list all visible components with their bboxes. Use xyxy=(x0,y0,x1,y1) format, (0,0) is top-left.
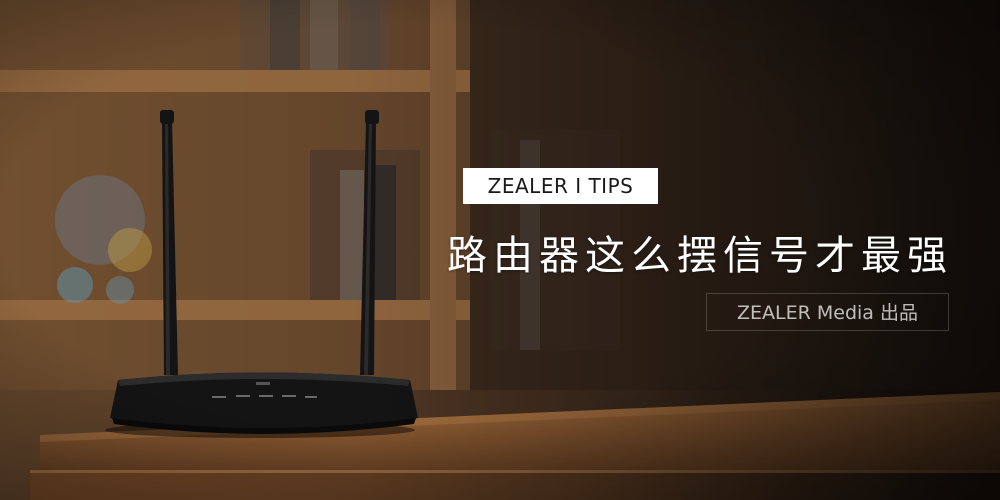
media-credit: ZEALER Media 出品 xyxy=(706,293,949,331)
tips-badge: ZEALER I TIPS xyxy=(463,168,658,204)
headline-title: 路由器这么摆信号才最强 xyxy=(447,233,953,279)
